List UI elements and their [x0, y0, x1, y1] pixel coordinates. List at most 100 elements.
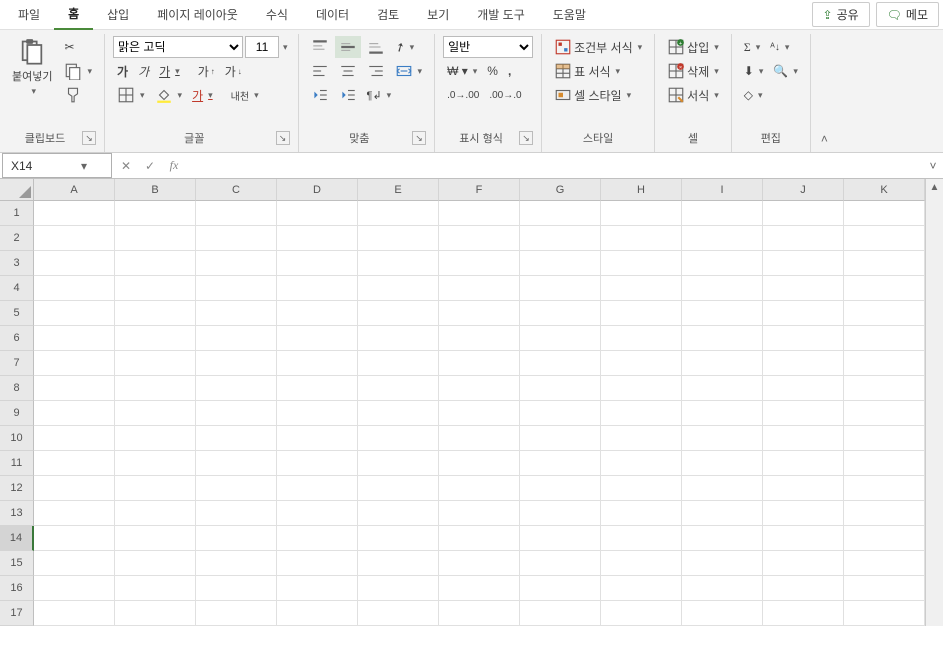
column-header[interactable]: E	[358, 179, 439, 201]
increase-indent-button[interactable]	[335, 84, 361, 106]
cell[interactable]	[601, 526, 682, 551]
cell[interactable]	[844, 401, 925, 426]
cell[interactable]	[277, 376, 358, 401]
cell[interactable]	[358, 301, 439, 326]
cell[interactable]	[34, 576, 115, 601]
cell[interactable]	[520, 476, 601, 501]
cell[interactable]	[520, 351, 601, 376]
memo-button[interactable]: 🗨 메모	[876, 2, 939, 27]
column-header[interactable]: H	[601, 179, 682, 201]
font-size-input[interactable]	[245, 36, 279, 58]
cell[interactable]	[763, 251, 844, 276]
vertical-scrollbar[interactable]: ▲	[925, 179, 943, 626]
cell[interactable]	[520, 301, 601, 326]
column-header[interactable]: B	[115, 179, 196, 201]
cell[interactable]	[601, 276, 682, 301]
cell[interactable]	[763, 326, 844, 351]
cell[interactable]	[844, 326, 925, 351]
row-header[interactable]: 10	[0, 426, 34, 451]
cell[interactable]	[844, 501, 925, 526]
cell[interactable]	[34, 276, 115, 301]
cell[interactable]	[844, 201, 925, 226]
cell[interactable]	[682, 501, 763, 526]
merge-center-button[interactable]	[391, 60, 427, 82]
cell[interactable]	[601, 251, 682, 276]
cell[interactable]	[115, 501, 196, 526]
cell[interactable]	[439, 301, 520, 326]
cell[interactable]	[277, 576, 358, 601]
cell[interactable]	[763, 351, 844, 376]
cell[interactable]	[115, 601, 196, 626]
scroll-up-button[interactable]: ▲	[926, 179, 943, 197]
fill-button[interactable]: ⬇	[740, 60, 768, 82]
cell[interactable]	[601, 551, 682, 576]
find-select-button[interactable]: 🔍	[769, 60, 801, 82]
hanja-button[interactable]: 내천	[227, 84, 263, 106]
cell[interactable]	[601, 326, 682, 351]
cell[interactable]	[520, 276, 601, 301]
row-header[interactable]: 4	[0, 276, 34, 301]
cell[interactable]	[277, 601, 358, 626]
cell[interactable]	[34, 426, 115, 451]
cell[interactable]	[34, 451, 115, 476]
bold-button[interactable]: 가	[113, 60, 132, 82]
row-header[interactable]: 7	[0, 351, 34, 376]
cell[interactable]	[520, 251, 601, 276]
cell[interactable]	[844, 226, 925, 251]
cell[interactable]	[763, 576, 844, 601]
select-all-corner[interactable]	[0, 179, 34, 201]
cell[interactable]	[358, 576, 439, 601]
cell[interactable]	[196, 526, 277, 551]
tab-review[interactable]: 검토	[363, 0, 413, 29]
cell[interactable]	[115, 201, 196, 226]
paste-button[interactable]: 붙여넣기	[8, 36, 56, 99]
cell[interactable]	[115, 426, 196, 451]
cell[interactable]	[196, 301, 277, 326]
cell[interactable]	[763, 501, 844, 526]
cell[interactable]	[844, 376, 925, 401]
cell[interactable]	[601, 351, 682, 376]
cell[interactable]	[682, 201, 763, 226]
cell[interactable]	[520, 526, 601, 551]
column-header[interactable]: K	[844, 179, 925, 201]
column-header[interactable]: J	[763, 179, 844, 201]
cell[interactable]	[682, 476, 763, 501]
cell[interactable]	[115, 476, 196, 501]
row-header[interactable]: 2	[0, 226, 34, 251]
cell[interactable]	[763, 276, 844, 301]
cell[interactable]	[520, 601, 601, 626]
cell[interactable]	[763, 551, 844, 576]
cell[interactable]	[358, 451, 439, 476]
cell[interactable]	[196, 501, 277, 526]
expand-formula-bar-button[interactable]: ˅	[923, 159, 943, 173]
font-color-button[interactable]: 가	[188, 84, 217, 106]
cell[interactable]	[277, 551, 358, 576]
font-name-select[interactable]: 맑은 고딕	[113, 36, 243, 58]
accounting-format-button[interactable]: ₩ ▾	[443, 60, 481, 82]
share-button[interactable]: ⇪ 공유	[812, 2, 870, 27]
cell[interactable]	[601, 301, 682, 326]
cell[interactable]	[763, 426, 844, 451]
cell[interactable]	[520, 501, 601, 526]
name-box-dropdown[interactable]: ▾	[57, 159, 111, 173]
cell[interactable]	[277, 226, 358, 251]
cell[interactable]	[115, 451, 196, 476]
row-header[interactable]: 17	[0, 601, 34, 626]
cell[interactable]	[763, 601, 844, 626]
cell[interactable]	[763, 201, 844, 226]
cell[interactable]	[682, 276, 763, 301]
cell[interactable]	[601, 501, 682, 526]
cell[interactable]	[439, 351, 520, 376]
cell[interactable]	[277, 301, 358, 326]
cell[interactable]	[439, 376, 520, 401]
cell[interactable]	[196, 401, 277, 426]
cell[interactable]	[34, 501, 115, 526]
cell[interactable]	[844, 551, 925, 576]
tab-view[interactable]: 보기	[413, 0, 463, 29]
cell[interactable]	[439, 526, 520, 551]
cell[interactable]	[34, 226, 115, 251]
cell[interactable]	[277, 426, 358, 451]
tab-formulas[interactable]: 수식	[252, 0, 302, 29]
cell[interactable]	[439, 601, 520, 626]
cell[interactable]	[601, 426, 682, 451]
